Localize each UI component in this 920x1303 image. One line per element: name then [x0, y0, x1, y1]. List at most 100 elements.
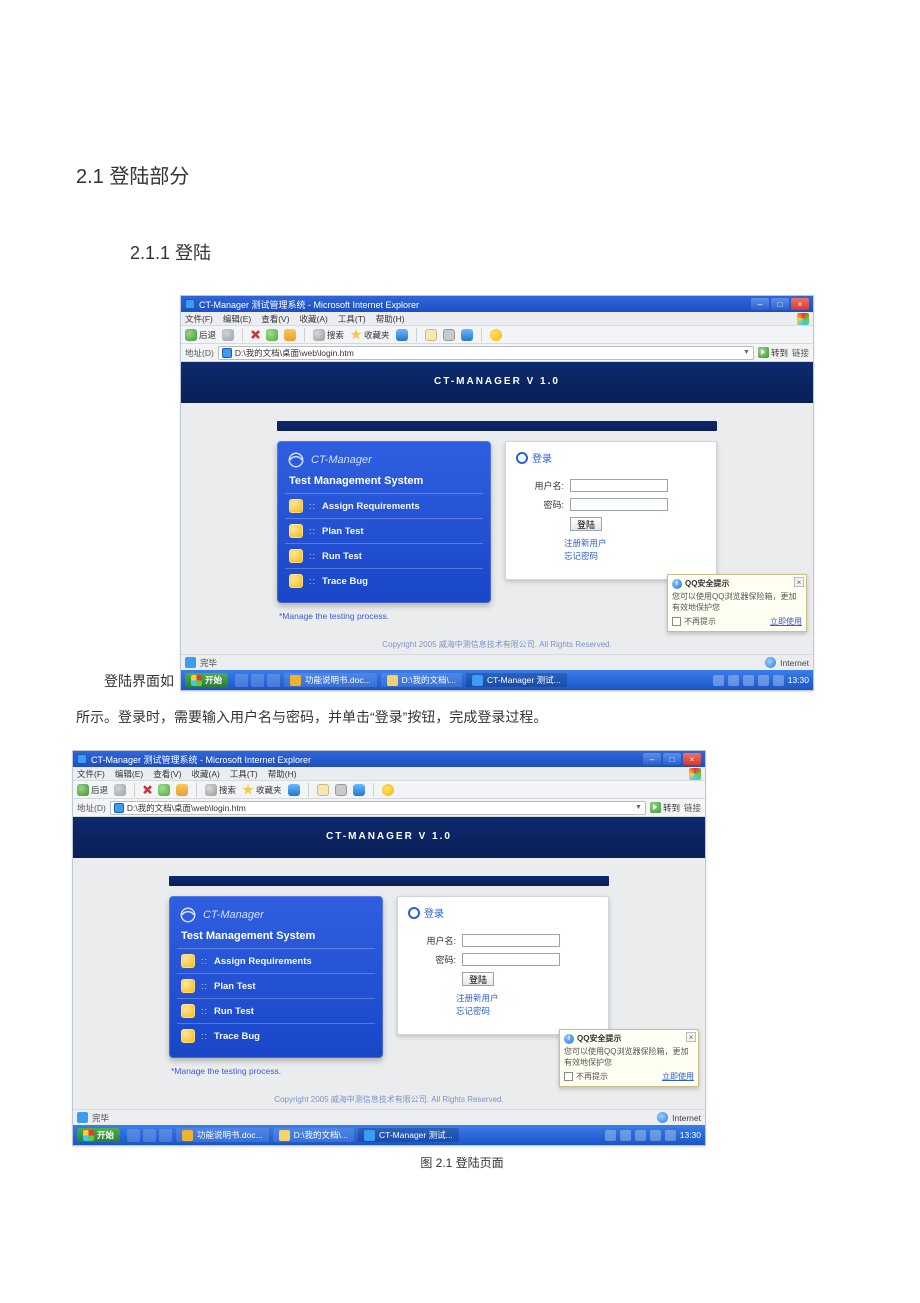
- popup-title: QQ安全提示: [685, 578, 729, 589]
- tray-icon[interactable]: [728, 675, 739, 686]
- menu-help[interactable]: 帮助(H): [268, 768, 297, 780]
- quick-launch-item[interactable]: [235, 674, 248, 687]
- taskbar-task-folder[interactable]: D:\我的文档\...: [381, 673, 462, 687]
- print-icon[interactable]: [335, 784, 347, 796]
- minimize-button[interactable]: –: [643, 753, 661, 765]
- chevron-down-icon[interactable]: ▼: [635, 804, 642, 811]
- go-icon: [650, 802, 661, 813]
- menu-help[interactable]: 帮助(H): [376, 313, 405, 325]
- menu-fav[interactable]: 收藏(A): [300, 313, 328, 325]
- info-icon: i: [564, 1034, 574, 1044]
- tray-icon[interactable]: [665, 1130, 676, 1141]
- refresh-icon[interactable]: [266, 329, 278, 341]
- mail-icon[interactable]: [317, 784, 329, 796]
- print-icon[interactable]: [443, 329, 455, 341]
- media-icon[interactable]: [288, 784, 300, 796]
- menu-edit[interactable]: 编辑(E): [115, 768, 143, 780]
- forward-icon[interactable]: [114, 784, 126, 796]
- taskbar-task-folder[interactable]: D:\我的文档\...: [273, 1128, 354, 1142]
- password-input[interactable]: [570, 498, 668, 511]
- home-icon[interactable]: [284, 329, 296, 341]
- username-input[interactable]: [462, 934, 560, 947]
- tray-icon[interactable]: [773, 675, 784, 686]
- menu-file[interactable]: 文件(F): [77, 768, 105, 780]
- address-input[interactable]: D:\我的文档\桌面\web\login.htm ▼: [110, 801, 646, 815]
- quick-launch-item[interactable]: [127, 1129, 140, 1142]
- feature-label: Assign Requirements: [322, 501, 420, 512]
- maximize-button[interactable]: □: [663, 753, 681, 765]
- start-button[interactable]: 开始: [185, 673, 228, 687]
- taskbar-task-ie[interactable]: CT-Manager 测试...: [466, 673, 567, 687]
- password-input[interactable]: [462, 953, 560, 966]
- menu-fav[interactable]: 收藏(A): [192, 768, 220, 780]
- bullet-icon: [289, 549, 303, 563]
- login-button[interactable]: 登陆: [570, 517, 602, 531]
- messenger-icon[interactable]: [490, 329, 502, 341]
- edit-icon[interactable]: [353, 784, 365, 796]
- favorites-button[interactable]: 收藏夹: [350, 329, 390, 341]
- forgot-password-link[interactable]: 忘记密码: [564, 550, 706, 563]
- taskbar-task-ie[interactable]: CT-Manager 测试...: [358, 1128, 459, 1142]
- tray-icon[interactable]: [650, 1130, 661, 1141]
- star-icon: [350, 329, 362, 341]
- tray-icon[interactable]: [758, 675, 769, 686]
- forgot-password-link[interactable]: 忘记密码: [456, 1005, 598, 1018]
- links-label[interactable]: 链接: [684, 802, 701, 814]
- favorites-button[interactable]: 收藏夹: [242, 784, 282, 796]
- search-button[interactable]: 搜索: [313, 329, 344, 341]
- task-label: 功能说明书.doc...: [305, 674, 371, 686]
- menu-tools[interactable]: 工具(T): [230, 768, 258, 780]
- stop-icon[interactable]: [143, 785, 152, 794]
- menu-edit[interactable]: 编辑(E): [223, 313, 251, 325]
- close-button[interactable]: ×: [791, 298, 809, 310]
- refresh-icon[interactable]: [158, 784, 170, 796]
- close-button[interactable]: ×: [683, 753, 701, 765]
- register-link[interactable]: 注册新用户: [564, 537, 706, 550]
- popup-learn-link[interactable]: 立即使用: [770, 616, 802, 627]
- toolbar: 后退 搜索 收藏夹: [181, 326, 813, 344]
- popup-checkbox[interactable]: [672, 617, 681, 626]
- popup-close-button[interactable]: ×: [686, 1032, 696, 1042]
- tray-icon[interactable]: [605, 1130, 616, 1141]
- search-button[interactable]: 搜索: [205, 784, 236, 796]
- messenger-icon[interactable]: [382, 784, 394, 796]
- menu-tools[interactable]: 工具(T): [338, 313, 366, 325]
- tray-icon[interactable]: [620, 1130, 631, 1141]
- go-button[interactable]: 转到: [650, 802, 680, 814]
- mail-icon[interactable]: [425, 329, 437, 341]
- back-button[interactable]: 后退: [185, 329, 216, 341]
- maximize-button[interactable]: □: [771, 298, 789, 310]
- tray-icon[interactable]: [713, 675, 724, 686]
- quick-launch-item[interactable]: [143, 1129, 156, 1142]
- start-button[interactable]: 开始: [77, 1128, 120, 1142]
- menu-view[interactable]: 查看(V): [261, 313, 289, 325]
- edit-icon[interactable]: [461, 329, 473, 341]
- login-button[interactable]: 登陆: [462, 972, 494, 986]
- stop-icon[interactable]: [251, 330, 260, 339]
- popup-learn-link[interactable]: 立即使用: [662, 1071, 694, 1082]
- go-button[interactable]: 转到: [758, 347, 788, 359]
- popup-checkbox[interactable]: [564, 1072, 573, 1081]
- back-button[interactable]: 后退: [77, 784, 108, 796]
- taskbar-task-word[interactable]: 功能说明书.doc...: [176, 1128, 269, 1142]
- popup-close-button[interactable]: ×: [794, 577, 804, 587]
- media-icon[interactable]: [396, 329, 408, 341]
- quick-launch-item[interactable]: [267, 674, 280, 687]
- taskbar-task-word[interactable]: 功能说明书.doc...: [284, 673, 377, 687]
- quick-launch-item[interactable]: [159, 1129, 172, 1142]
- home-icon[interactable]: [176, 784, 188, 796]
- tray-icon[interactable]: [743, 675, 754, 686]
- quick-launch-item[interactable]: [251, 674, 264, 687]
- register-link[interactable]: 注册新用户: [456, 992, 598, 1005]
- task-label: D:\我的文档\...: [402, 674, 456, 686]
- links-label[interactable]: 链接: [792, 347, 809, 359]
- forward-icon[interactable]: [222, 329, 234, 341]
- menu-view[interactable]: 查看(V): [153, 768, 181, 780]
- minimize-button[interactable]: –: [751, 298, 769, 310]
- username-input[interactable]: [570, 479, 668, 492]
- address-input[interactable]: D:\我的文档\桌面\web\login.htm ▼: [218, 346, 754, 360]
- menu-file[interactable]: 文件(F): [185, 313, 213, 325]
- feature-label: Plan Test: [322, 526, 364, 537]
- tray-icon[interactable]: [635, 1130, 646, 1141]
- chevron-down-icon[interactable]: ▼: [743, 349, 750, 356]
